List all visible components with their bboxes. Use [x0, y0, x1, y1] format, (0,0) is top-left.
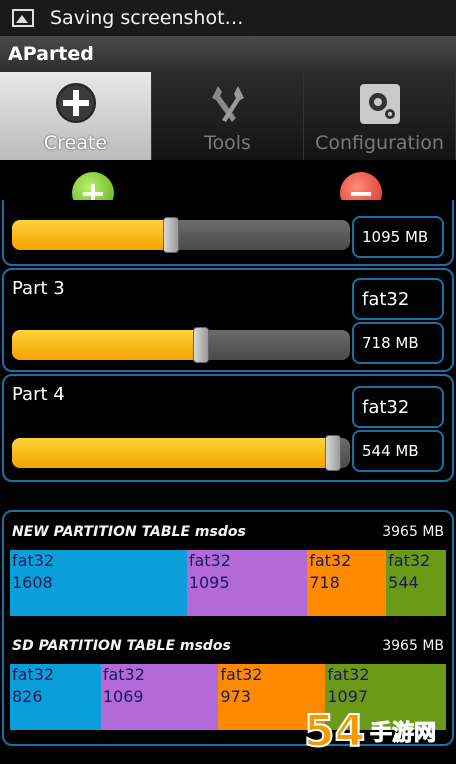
segment-fs: fat32 [12, 665, 55, 684]
new-table-header: NEW PARTITION TABLE msdos 3965 MB [12, 524, 444, 540]
new-table-title: NEW PARTITION TABLE msdos [12, 524, 246, 540]
partition-size-field[interactable]: 1095 MB [352, 216, 444, 258]
segment-size: 1095 [188, 573, 230, 592]
sd-table-total: 3965 MB [382, 638, 444, 654]
svg-text:54: 54 [304, 706, 365, 757]
gear-icon [358, 82, 402, 130]
partition-size-slider[interactable] [12, 438, 350, 468]
segment-size: 1069 [102, 687, 144, 706]
tab-tools-label: Tools [204, 132, 251, 154]
partition-name: Part 3 [12, 278, 65, 299]
partition-size-field[interactable]: 718 MB [352, 322, 444, 364]
partition-fs-select[interactable]: fat32 [352, 386, 444, 428]
partition-fs-value: fat32 [362, 396, 410, 418]
new-table-bar: fat32 1608 fat32 1095 fat32 718 fat32 544 [10, 550, 446, 616]
svg-text:手游网: 手游网 [370, 720, 436, 746]
partition-card-part4: Part 4 fat32 544 MB [2, 374, 454, 482]
tab-configuration-label: Configuration [315, 132, 444, 154]
segment-fs: fat32 [12, 551, 55, 570]
tab-create[interactable]: Create [0, 72, 152, 160]
image-icon [12, 9, 34, 27]
status-bar: Saving screenshot… [0, 0, 456, 36]
wrench-icon [208, 82, 248, 130]
partition-fs-select[interactable]: fat32 [352, 278, 444, 320]
partition-segment: fat32 544 [386, 550, 446, 616]
sd-table-header: SD PARTITION TABLE msdos 3965 MB [12, 638, 444, 654]
sd-table-title: SD PARTITION TABLE msdos [12, 638, 231, 654]
status-text: Saving screenshot… [50, 7, 244, 29]
partition-segment: fat32 1608 [10, 550, 187, 616]
partition-size-slider[interactable] [12, 220, 350, 250]
partition-segment: fat32 718 [307, 550, 387, 616]
partition-size-value: 544 MB [362, 442, 419, 460]
segment-fs: fat32 [102, 665, 145, 684]
watermark-logo: 54 手游网 [300, 700, 456, 760]
segment-size: 826 [12, 687, 43, 706]
slider-handle[interactable] [193, 327, 210, 363]
tab-configuration[interactable]: Configuration [304, 72, 456, 160]
tab-tools[interactable]: Tools [152, 72, 304, 160]
partition-card: 1095 MB [2, 200, 454, 266]
plus-circle-icon [55, 82, 97, 128]
tab-bar: Create Tools Configuration [0, 72, 456, 160]
slider-handle[interactable] [325, 435, 342, 471]
partition-name: Part 4 [12, 384, 65, 405]
segment-size: 718 [309, 573, 340, 592]
slider-fill [12, 330, 202, 360]
partition-segment: fat32 1095 [186, 550, 308, 616]
slider-fill [12, 438, 334, 468]
partition-segment: fat32 826 [10, 664, 101, 730]
new-table-total: 3965 MB [382, 524, 444, 540]
partition-segment: fat32 1069 [100, 664, 219, 730]
segment-fs: fat32 [309, 551, 352, 570]
segment-fs: fat32 [388, 551, 431, 570]
segment-size: 544 [388, 573, 419, 592]
partition-fs-value: fat32 [362, 288, 410, 310]
partition-size-value: 1095 MB [362, 228, 429, 246]
slider-fill [12, 220, 171, 250]
segment-fs: fat32 [188, 551, 231, 570]
slider-handle[interactable] [162, 217, 179, 253]
partition-size-value: 718 MB [362, 334, 419, 352]
app-title: AParted [8, 43, 94, 65]
partition-card-part3: Part 3 fat32 718 MB [2, 268, 454, 372]
segment-fs: fat32 [327, 665, 370, 684]
segment-size: 1608 [12, 573, 53, 592]
partition-size-field[interactable]: 544 MB [352, 430, 444, 472]
app-title-bar: AParted [0, 36, 456, 72]
segment-fs: fat32 [220, 665, 263, 684]
tab-create-label: Create [43, 132, 108, 154]
partition-size-slider[interactable] [12, 330, 350, 360]
